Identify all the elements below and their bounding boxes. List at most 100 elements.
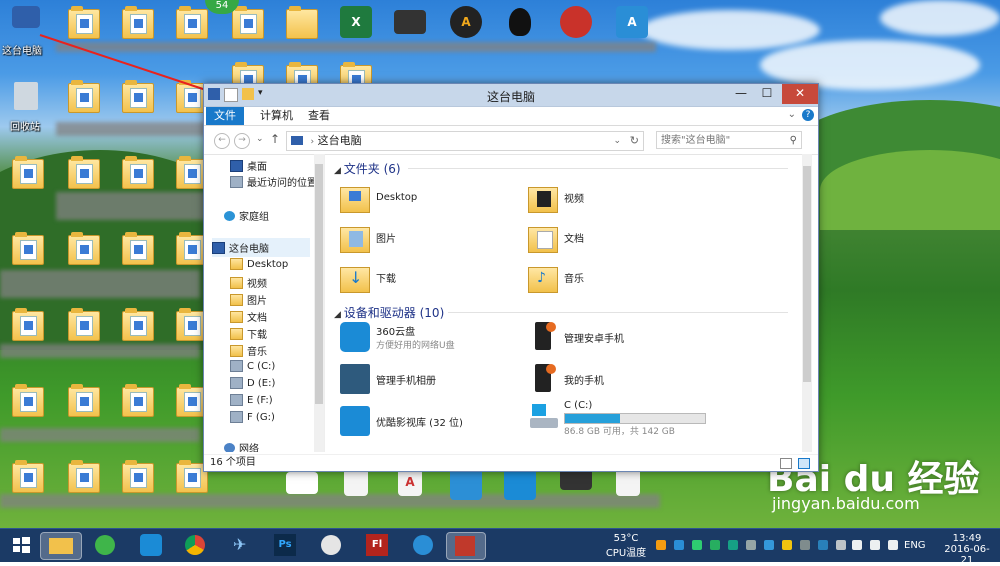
tray-icon[interactable] xyxy=(818,540,828,550)
nav-item-videos[interactable]: 视频 xyxy=(230,275,267,290)
excel-desktop-icon[interactable]: X xyxy=(340,6,372,38)
desktop-folder[interactable] xyxy=(286,6,318,39)
tray-icon[interactable] xyxy=(836,540,846,550)
desktop-folder[interactable] xyxy=(122,308,154,341)
back-button[interactable]: ← xyxy=(214,133,230,149)
taskbar-photoshop[interactable]: Ps xyxy=(272,532,298,558)
taskbar-explorer[interactable] xyxy=(40,532,82,560)
tray-icon[interactable] xyxy=(728,540,738,550)
forward-button[interactable]: → xyxy=(234,133,250,149)
cloud-desktop-icon[interactable] xyxy=(504,468,536,500)
desktop-folder[interactable] xyxy=(68,460,100,493)
signal-icon[interactable] xyxy=(870,540,880,550)
taskbar-flash[interactable]: Fl xyxy=(364,532,390,558)
tray-icon[interactable] xyxy=(764,540,774,550)
address-dropdown-icon[interactable]: ⌄ xyxy=(613,132,621,150)
aimp-desktop-icon[interactable]: A xyxy=(450,6,482,38)
desktop-folder[interactable] xyxy=(68,232,100,265)
start-button[interactable] xyxy=(8,532,34,558)
nav-item-drive-c[interactable]: C (C:) xyxy=(230,360,275,372)
app-desktop-icon[interactable] xyxy=(560,468,592,500)
desktop-folder[interactable] xyxy=(122,460,154,493)
tab-computer[interactable]: 计算机 xyxy=(252,107,301,125)
nav-item-drive-d[interactable]: D (E:) xyxy=(230,377,275,389)
nav-item-music[interactable]: 音乐 xyxy=(230,343,267,358)
cpu-temp[interactable]: 53°C CPU温度 xyxy=(604,529,648,562)
volume-icon[interactable] xyxy=(888,540,898,550)
game-desktop-icon[interactable] xyxy=(560,6,592,38)
content-scrollbar-thumb[interactable] xyxy=(803,166,811,382)
device-tile-360-cloud[interactable]: 360云盘 方便好用的网络U盘 xyxy=(340,322,455,352)
devices-group-header[interactable]: ◢ 设备和驱动器 (10) xyxy=(334,304,444,321)
recent-locations-icon[interactable]: ⌄ xyxy=(256,134,264,144)
folders-group-header[interactable]: ◢ 文件夹 (6) xyxy=(334,160,401,177)
shield-desktop-icon[interactable]: A xyxy=(616,6,648,38)
input-language[interactable]: ENG xyxy=(904,529,926,562)
refresh-icon[interactable]: ↻ xyxy=(630,132,639,150)
tab-file[interactable]: 文件 xyxy=(206,107,244,125)
pdf-desktop-icon[interactable]: A xyxy=(398,468,428,500)
up-button[interactable]: ↑ xyxy=(270,132,280,146)
desktop-folder[interactable] xyxy=(12,460,44,493)
tray-icon[interactable] xyxy=(674,540,684,550)
search-box[interactable]: 搜索"这台电脑" ⚲ xyxy=(656,131,802,149)
desktop-folder[interactable] xyxy=(68,384,100,417)
battery-icon[interactable] xyxy=(852,540,862,550)
desktop-folder[interactable] xyxy=(176,460,208,493)
nav-item-recent[interactable]: 最近访问的位置 xyxy=(230,174,317,189)
nav-item-pictures[interactable]: 图片 xyxy=(230,292,267,307)
folder-tile-videos[interactable]: 视频 xyxy=(528,182,584,213)
taskbar-feiq[interactable]: ✈ xyxy=(228,532,254,558)
tray-icon[interactable] xyxy=(656,540,666,550)
taskbar-app3[interactable] xyxy=(446,532,486,560)
help-icon[interactable]: ? xyxy=(802,109,814,121)
doc-desktop-icon[interactable] xyxy=(344,468,374,500)
desktop-folder[interactable] xyxy=(176,308,208,341)
tray-icon[interactable] xyxy=(692,540,702,550)
device-tile-youku[interactable]: 优酷影视库 (32 位) xyxy=(340,406,463,436)
folder-tile-music[interactable]: ♪ 音乐 xyxy=(528,262,584,293)
tray-icon[interactable] xyxy=(782,540,792,550)
nav-item-network[interactable]: 网络 xyxy=(224,440,259,452)
taskbar-app[interactable] xyxy=(92,532,118,558)
nav-item-downloads[interactable]: 下载 xyxy=(230,326,267,341)
taskbar-cloud[interactable] xyxy=(138,532,164,558)
qq-desktop-icon[interactable] xyxy=(504,6,534,38)
maximize-button[interactable]: ☐ xyxy=(754,84,780,104)
folder-tile-desktop[interactable]: Desktop xyxy=(340,182,417,213)
desktop-folder[interactable] xyxy=(176,384,208,417)
nav-item-documents[interactable]: 文档 xyxy=(230,309,267,324)
desktop-folder[interactable] xyxy=(12,232,44,265)
nav-scrollbar[interactable] xyxy=(314,154,324,452)
content-scrollbar[interactable] xyxy=(802,154,812,452)
desktop-folder[interactable] xyxy=(176,156,208,189)
desktop-folder[interactable] xyxy=(122,156,154,189)
desktop-folder[interactable] xyxy=(122,384,154,417)
taskbar-app2[interactable] xyxy=(318,532,344,558)
desktop-folder[interactable] xyxy=(176,232,208,265)
tray-icon[interactable] xyxy=(746,540,756,550)
nav-item-desktop-folder[interactable]: Desktop xyxy=(230,258,288,270)
large-icons-view-icon[interactable] xyxy=(798,458,810,469)
device-tile-android-manager[interactable]: 管理安卓手机 xyxy=(528,322,624,352)
folder-tile-downloads[interactable]: ↓ 下载 xyxy=(340,262,396,293)
folder-tile-pictures[interactable]: 图片 xyxy=(340,222,396,253)
desktop-folder[interactable] xyxy=(68,156,100,189)
taskbar-player[interactable] xyxy=(410,532,436,558)
details-view-icon[interactable] xyxy=(780,458,792,469)
desktop-folder[interactable] xyxy=(68,308,100,341)
doc-desktop-icon[interactable] xyxy=(616,468,646,500)
app-desktop-icon[interactable] xyxy=(394,10,426,42)
nav-item-drive-e[interactable]: E (F:) xyxy=(230,394,273,406)
nav-item-desktop[interactable]: 桌面 xyxy=(230,158,267,173)
app-desktop-icon[interactable] xyxy=(286,472,318,504)
taskbar-chrome[interactable] xyxy=(182,532,208,558)
nav-item-homegroup[interactable]: 家庭组 xyxy=(224,208,269,223)
tray-icon[interactable] xyxy=(800,540,810,550)
desktop-folder[interactable] xyxy=(12,156,44,189)
desktop-folder[interactable] xyxy=(122,232,154,265)
close-button[interactable]: ✕ xyxy=(782,84,818,104)
folder-tile-documents[interactable]: 文档 xyxy=(528,222,584,253)
device-tile-my-phone[interactable]: 我的手机 xyxy=(528,364,604,394)
tray-icon[interactable] xyxy=(710,540,720,550)
